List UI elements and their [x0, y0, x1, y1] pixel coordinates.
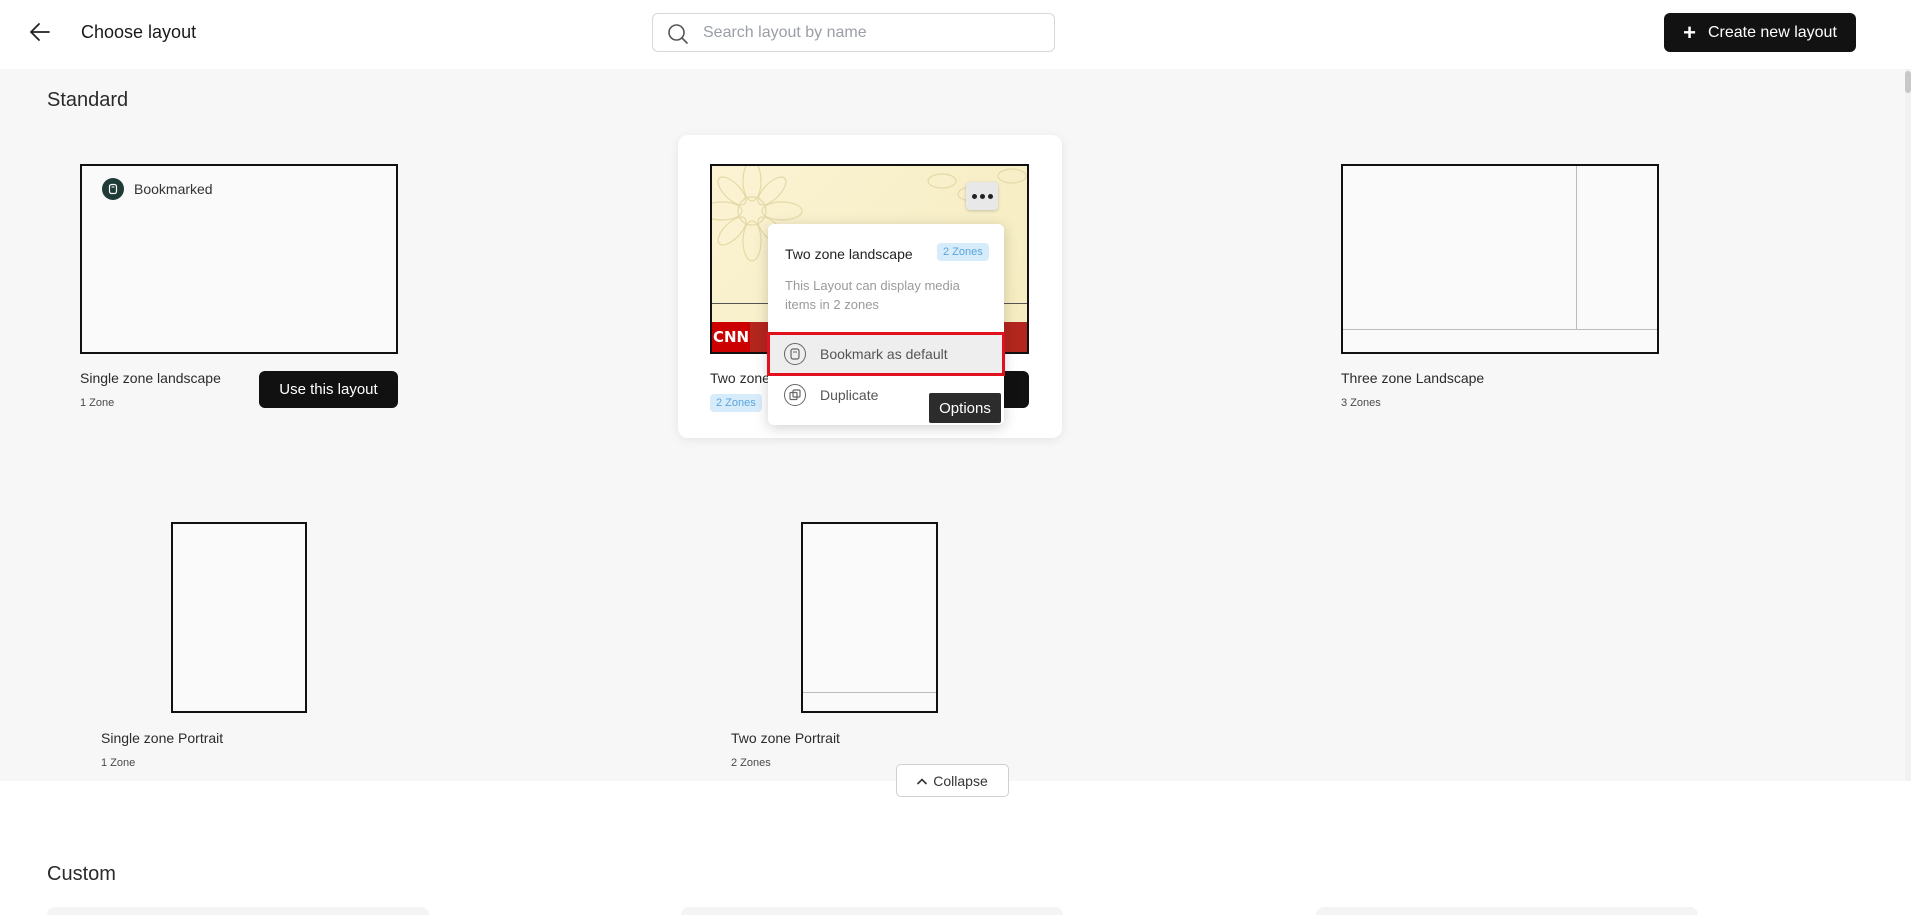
layout-name: Two zone	[710, 370, 770, 386]
bookmark-as-default-label: Bookmark as default	[820, 346, 948, 362]
custom-layout-card[interactable]	[1316, 907, 1698, 915]
menu-zones-badge: 2 Zones	[937, 243, 989, 261]
bookmark-icon	[784, 343, 806, 365]
layout-name: Single zone Portrait	[101, 730, 224, 746]
layout-zones: 3 Zones	[1341, 397, 1381, 409]
bookmark-icon	[102, 178, 124, 200]
menu-layout-title: Two zone landscape	[785, 246, 913, 262]
layout-zones: 2 Zones	[731, 757, 771, 769]
use-this-layout-button[interactable]: Use this layout	[259, 371, 398, 408]
layout-zones: 1 Zone	[80, 397, 115, 409]
layout-name: Single zone landscape	[80, 370, 221, 386]
bookmark-as-default-menu-item[interactable]: Bookmark as default	[767, 332, 1005, 376]
menu-layout-description: This Layout can display media items in 2…	[785, 278, 960, 312]
dot-icon	[971, 193, 977, 199]
zone-divider-vertical	[1576, 166, 1577, 330]
more-options-button[interactable]	[966, 182, 998, 210]
dot-icon	[979, 193, 985, 199]
standard-section-title: Standard	[47, 89, 129, 111]
custom-layout-card[interactable]	[681, 907, 1063, 915]
zone-divider-horizontal	[1343, 329, 1657, 330]
create-new-layout-button[interactable]: + Create new layout	[1664, 13, 1856, 52]
plus-icon: +	[1683, 19, 1696, 45]
dot-icon	[987, 193, 993, 199]
layout-thumbnail-single-zone-landscape[interactable]: Bookmarked	[80, 164, 398, 354]
scrollbar-thumb[interactable]	[1905, 71, 1911, 93]
zones-badge: 2 Zones	[710, 394, 762, 412]
search-icon	[668, 24, 688, 44]
duplicate-icon	[784, 384, 806, 406]
back-button[interactable]	[26, 18, 54, 46]
layout-name: Three zone Landscape	[1341, 370, 1485, 386]
layout-thumbnail-two-zone-portrait[interactable]	[801, 522, 938, 713]
collapse-label: Collapse	[933, 772, 988, 789]
layout-thumbnail-single-zone-portrait[interactable]	[171, 522, 307, 713]
duplicate-label: Duplicate	[820, 387, 879, 403]
layout-name: Two zone Portrait	[731, 730, 840, 746]
page-title: Choose layout	[81, 22, 197, 42]
cnn-logo: CNN	[712, 322, 750, 352]
search-input[interactable]	[703, 14, 1043, 51]
scrollbar[interactable]	[1905, 69, 1911, 781]
custom-layout-card[interactable]	[47, 907, 429, 915]
chevron-up-icon	[917, 777, 928, 784]
create-new-layout-label: Create new layout	[1707, 23, 1837, 41]
layout-zones: 1 Zone	[101, 757, 136, 769]
search-box[interactable]	[652, 13, 1055, 52]
bookmarked-tag: Bookmarked	[102, 178, 213, 200]
collapse-button[interactable]: Collapse	[896, 764, 1009, 797]
custom-section-title: Custom	[47, 863, 116, 885]
bookmarked-label: Bookmarked	[134, 181, 213, 197]
layout-thumbnail-three-zone-landscape[interactable]	[1341, 164, 1659, 354]
options-tooltip: Options	[929, 393, 1001, 423]
top-bar: Choose layout + Create new layout	[0, 0, 1911, 69]
arrow-left-icon	[30, 23, 50, 41]
zone-divider-horizontal	[803, 692, 936, 693]
